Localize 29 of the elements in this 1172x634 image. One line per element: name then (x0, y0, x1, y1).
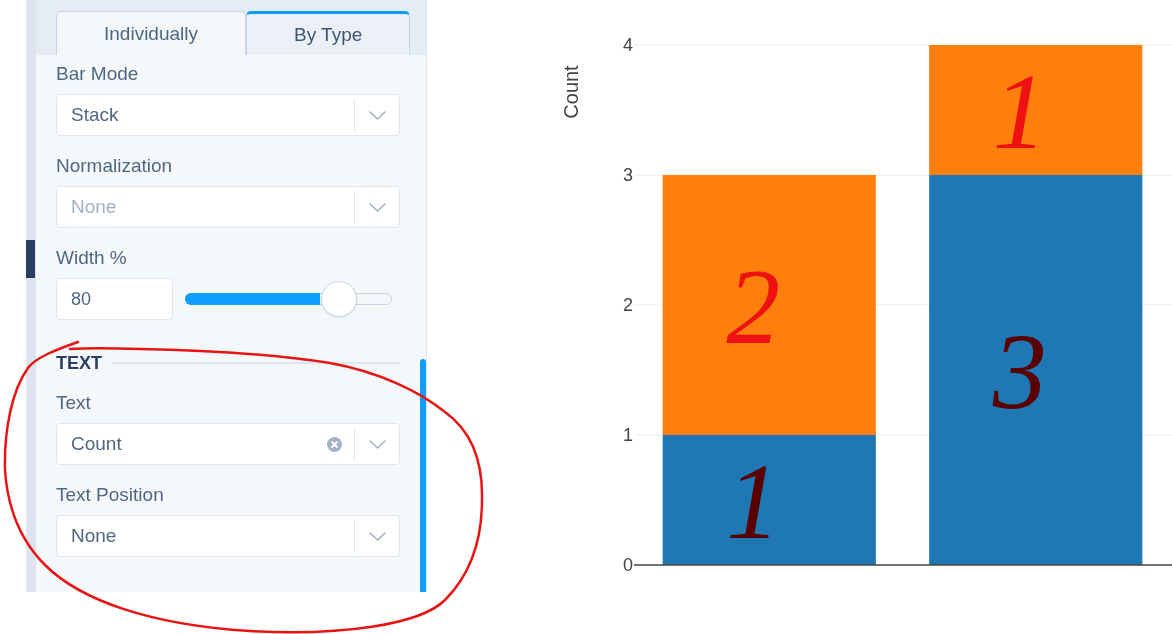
field-label: Text Position (56, 485, 164, 505)
field-label: Bar Mode (56, 64, 139, 84)
handwritten-number: 3 (992, 312, 1047, 431)
y-tick-label: 1 (623, 425, 633, 445)
handwritten-number: 1 (726, 442, 781, 561)
select-dropdown[interactable]: Stack (56, 94, 400, 136)
y-tick-label: 4 (623, 35, 633, 55)
clear-icon[interactable] (327, 436, 342, 452)
select-dropdown[interactable]: Count (56, 423, 400, 465)
scrollbar-thumb[interactable] (420, 359, 426, 592)
number-input[interactable]: 80 (56, 278, 173, 320)
axis-title: Count (560, 65, 582, 119)
tab[interactable]: By Type (246, 11, 411, 55)
chevron-down-icon (368, 110, 386, 120)
chevron-down-icon (368, 531, 386, 541)
select-dropdown[interactable]: None (56, 515, 400, 557)
section-heading: TEXT (56, 353, 102, 373)
slider-thumb[interactable] (321, 281, 358, 317)
handwritten-number: 1 (992, 52, 1047, 171)
field-label: Normalization (56, 156, 173, 176)
chevron-down-icon (368, 202, 386, 212)
field-label: Text (56, 393, 91, 413)
y-tick-label: 2 (623, 295, 633, 315)
field-label: Width % (56, 248, 127, 268)
chevron-down-icon (368, 439, 386, 449)
y-tick-label: 0 (623, 555, 633, 575)
handwritten-number: 2 (726, 247, 781, 366)
tab[interactable]: Individually (56, 11, 246, 55)
y-tick-label: 3 (623, 165, 633, 185)
